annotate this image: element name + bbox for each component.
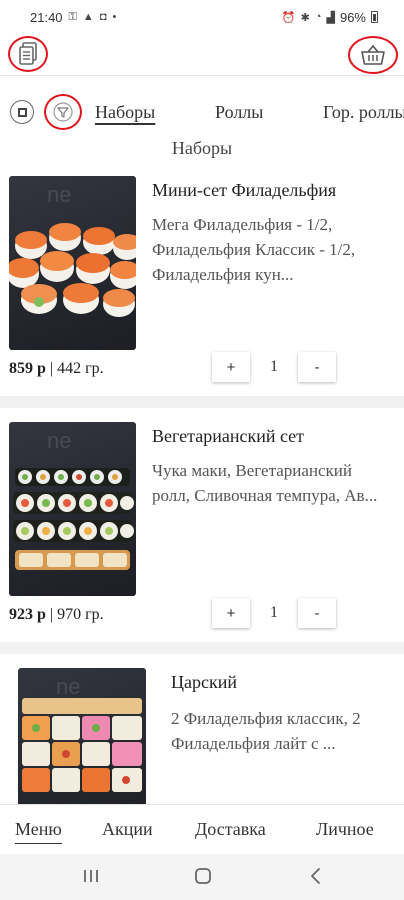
section-title: Наборы [171,138,233,158]
square-icon [17,107,27,117]
tab-sets[interactable]: Наборы [95,102,155,123]
product-title: Вегетарианский сет [152,426,305,446]
divider [0,396,404,408]
product-description: Чука маки, Вегетарианский ролл, Сливочна… [152,461,378,505]
instagram-icon: ◘ [99,11,107,23]
decrement-button[interactable]: - [298,352,336,382]
sushi-set-picture [13,468,134,570]
document-menu-button[interactable] [8,36,48,72]
product-description: 2 Филадельфия классик, 2 Филадельфия лай… [171,709,361,753]
quantity-value: 1 [270,358,278,375]
battery-icon [371,11,378,23]
sushi-set-picture [9,223,136,317]
nav-personal[interactable]: Личное [316,819,374,840]
product-price: 923 р | 970 гр. [9,606,104,623]
tab-hot-rolls[interactable]: Гор. роллы [323,102,404,123]
product-price: 859 р | 442 гр. [9,360,104,377]
basket-button[interactable] [348,36,398,74]
status-time: 21:40 [30,9,63,25]
product-title: Царский [171,672,237,692]
quantity-stepper: + 1 - [212,352,336,382]
product-image: ne [9,176,136,350]
tab-rolls[interactable]: Роллы [215,102,263,123]
back-icon[interactable] [308,866,324,886]
nav-promotions[interactable]: Акции [102,819,153,840]
product-card[interactable]: ne Царский 2 Филадельфия классик, 2 Фила… [0,668,404,804]
increment-button[interactable]: + [212,352,250,382]
nav-menu[interactable]: Меню [15,819,62,844]
product-image: ne [18,668,146,804]
recent-apps-icon[interactable] [82,866,100,886]
wifi-icon: ◔ [314,11,322,23]
product-description: Мега Филадельфия - 1/2, Филадельфия Клас… [152,215,356,284]
signal-icon: ▟ [326,11,335,24]
category-tabs: Наборы Роллы Гор. роллы [0,88,404,136]
vpn-key-icon: ⚿ [68,10,77,23]
highlight-circle [44,94,82,130]
product-card[interactable]: ne Вегетарианский сет Чука маки, Вегетар… [0,422,404,638]
bluetooth-icon: ✱ [300,11,310,24]
filter-button[interactable] [44,94,82,130]
price-value: 923 р [9,606,46,623]
nav-delivery[interactable]: Доставка [195,819,266,840]
divider [0,642,404,654]
weight-value: 970 гр. [57,606,104,623]
product-image: ne [9,422,136,596]
notification-dot-icon: • [112,11,117,23]
price-value: 859 р [9,360,46,377]
quantity-stepper: + 1 - [212,598,336,628]
highlight-circle [8,36,48,72]
decrement-button[interactable]: - [298,598,336,628]
alarm-icon: ⏰ [281,11,296,24]
product-card[interactable]: ne Мини-сет Филадельфия Мега Филадельфия… [0,176,404,392]
sushi-set-picture [22,698,142,792]
battery-percent: 96% [339,9,366,25]
increment-button[interactable]: + [212,598,250,628]
system-navigation-bar [0,854,404,900]
status-bar: 21:40 ⚿ ▲ ◘ • ⏰ ✱ ◔ ▟ 96% [0,0,404,34]
app-bar [0,34,404,76]
weight-value: 442 гр. [57,360,104,377]
view-toggle-button[interactable] [10,100,34,124]
graduation-cap-icon: ▲ [82,11,94,23]
product-title: Мини-сет Филадельфия [152,180,337,200]
home-icon[interactable] [193,866,213,886]
bottom-navigation: Меню Акции Доставка Личное [0,804,404,854]
quantity-value: 1 [270,604,278,621]
highlight-circle [348,36,398,74]
